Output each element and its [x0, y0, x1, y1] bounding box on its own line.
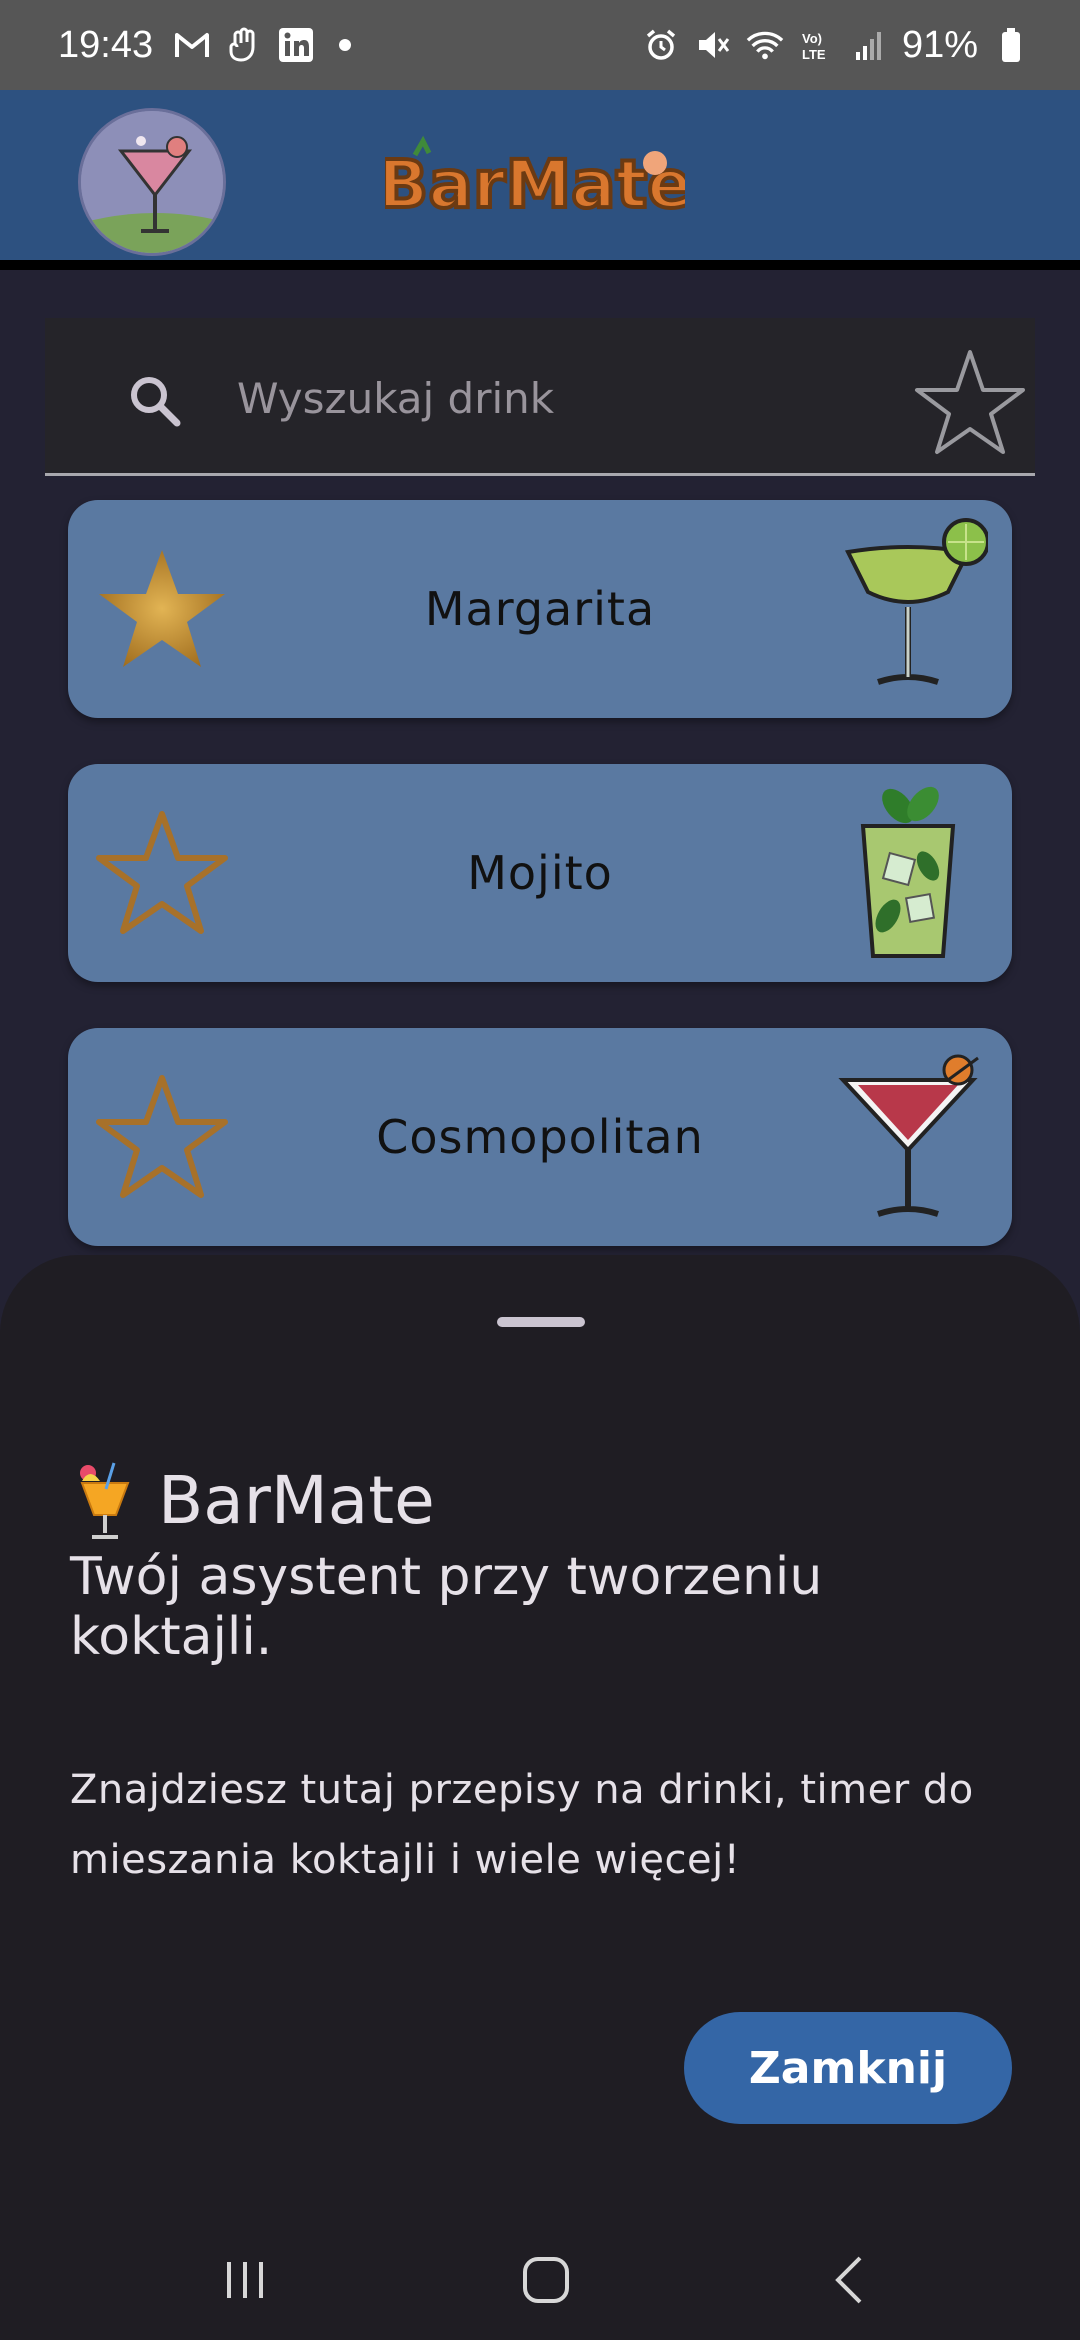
drink-card-cosmopolitan[interactable]: Cosmopolitan — [68, 1028, 1012, 1246]
cosmopolitan-glass-icon — [828, 1040, 988, 1230]
drink-card-mojito[interactable]: Mojito — [68, 764, 1012, 982]
margarita-glass-icon — [828, 512, 990, 702]
alarm-icon — [642, 26, 680, 64]
linkedin-icon — [277, 26, 315, 64]
search-input[interactable] — [237, 368, 917, 428]
back-icon[interactable] — [820, 2250, 880, 2310]
mojito-glass-icon — [828, 776, 988, 966]
home-icon[interactable] — [516, 2250, 576, 2310]
app-header: BarMate — [0, 90, 1080, 270]
sheet-description: Znajdziesz tutaj przepisy na drinki, tim… — [70, 1767, 974, 1883]
mute-icon — [694, 26, 732, 64]
avatar[interactable] — [78, 108, 226, 256]
volte-icon: Vo) LTE — [798, 26, 836, 64]
svg-text:LTE: LTE — [802, 47, 826, 62]
sheet-subtitle: Twój asystent przy tworzeniu koktajli. — [70, 1547, 823, 1667]
battery-icon — [992, 26, 1030, 64]
gmail-icon — [173, 26, 211, 64]
search-bar — [45, 318, 1035, 476]
status-left: 19:43 — [58, 23, 352, 67]
status-time: 19:43 — [58, 23, 154, 66]
drink-card-margarita[interactable]: Margarita — [68, 500, 1012, 718]
tropical-drink-icon — [70, 1459, 140, 1541]
svg-text:Vo): Vo) — [802, 31, 822, 46]
avatar-cocktail-icon — [81, 111, 223, 253]
close-button[interactable]: Zamknij — [684, 2012, 1012, 2124]
signal-icon — [850, 26, 888, 64]
status-right: Vo) LTE 91% — [642, 24, 1030, 67]
hand-icon — [225, 26, 263, 64]
logo-text: BarMate — [385, 146, 685, 223]
wifi-icon — [746, 26, 784, 64]
favorites-filter-star-icon[interactable] — [910, 346, 1030, 458]
search-icon — [127, 373, 183, 429]
info-bottom-sheet: BarMate Twój asystent przy tworzeniu kok… — [0, 1255, 1080, 2340]
sheet-title-text: BarMate — [158, 1461, 435, 1539]
sheet-title: BarMate — [70, 1455, 435, 1545]
notification-dot — [339, 39, 352, 51]
status-bar: 19:43 Vo) LTE 91% — [0, 0, 1080, 90]
system-nav-bar — [0, 2200, 1080, 2340]
barmate-logo: BarMate — [376, 125, 694, 235]
battery-percent: 91% — [901, 23, 978, 66]
recent-apps-icon[interactable] — [215, 2250, 275, 2310]
drag-handle[interactable] — [497, 1317, 585, 1327]
